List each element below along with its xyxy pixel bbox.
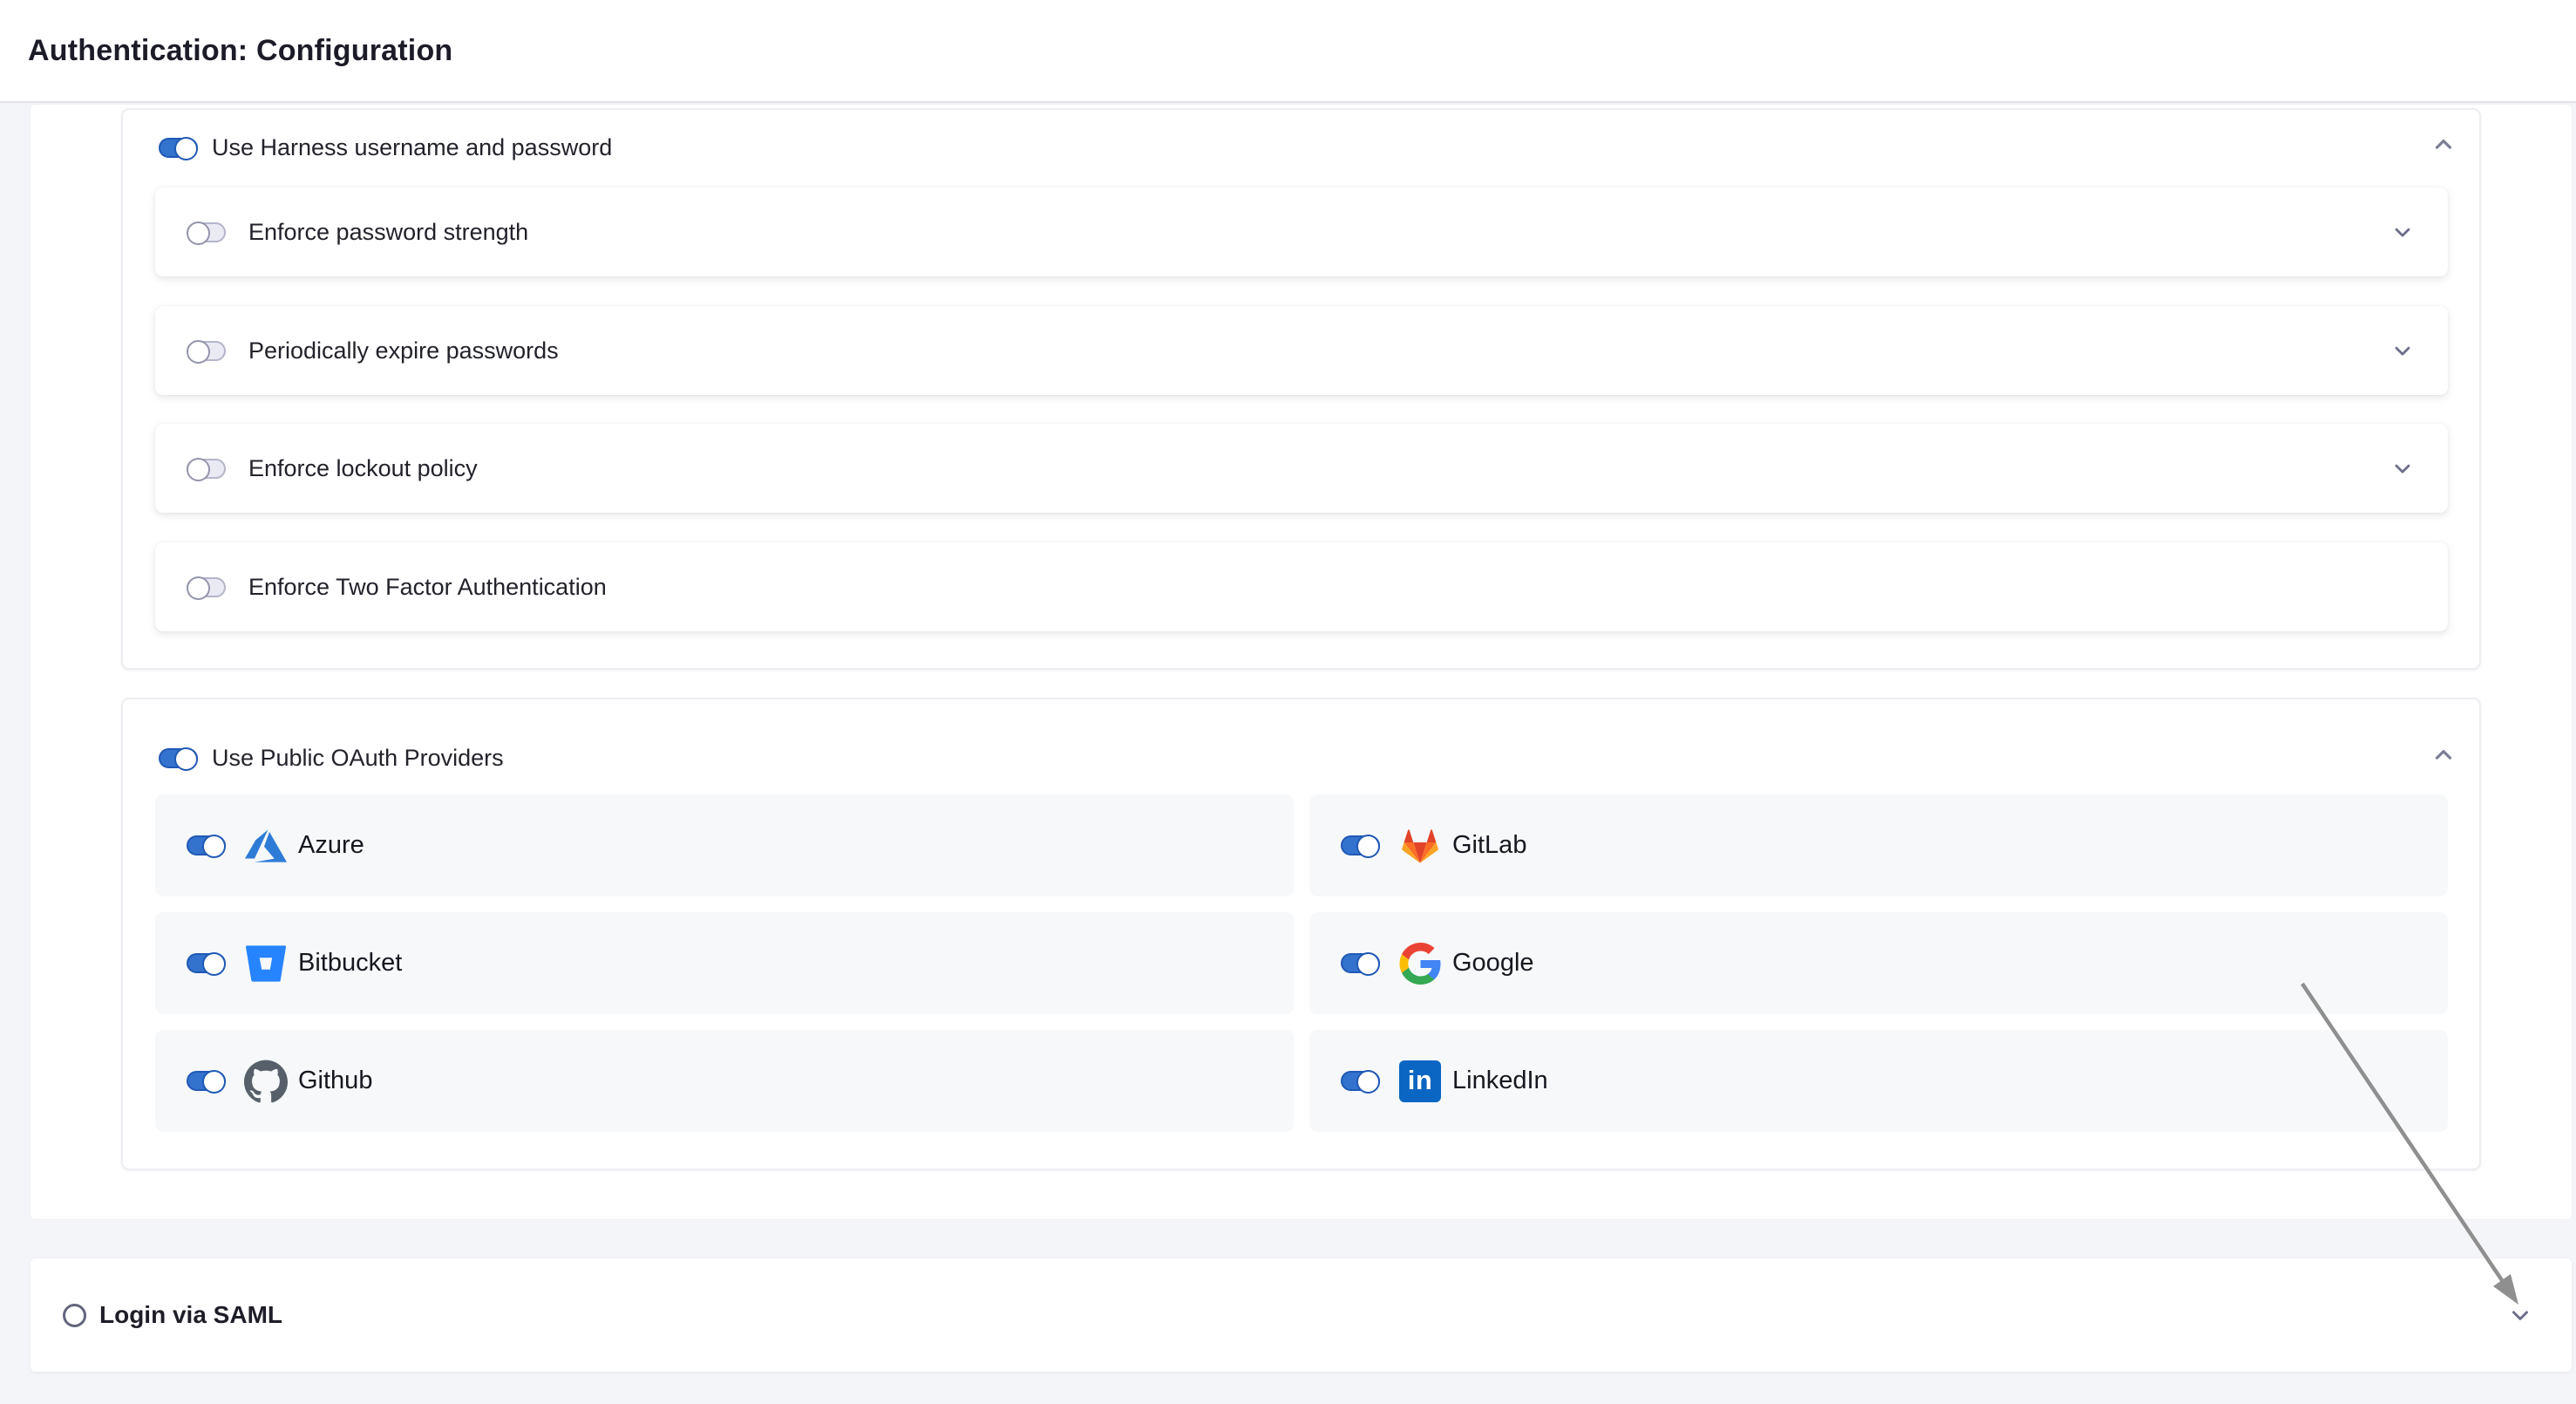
card-oauth-providers: Use Public OAuth Providers Azure	[121, 698, 2481, 1170]
auth-settings-panel: Use Harness username and password Enforc…	[31, 105, 2572, 1219]
two-factor-toggle[interactable]	[187, 577, 226, 597]
provider-row-gitlab: GitLab	[1309, 794, 2448, 896]
expand-chevron-icon[interactable]	[2506, 1301, 2534, 1329]
github-icon	[244, 1060, 288, 1103]
provider-label: Github	[298, 1067, 372, 1095]
username-password-header: Use Harness username and password	[159, 134, 612, 161]
expand-chevron-icon[interactable]	[2389, 455, 2416, 481]
toggle-knob	[187, 222, 210, 245]
oauth-provider-grid: Azure GitLab	[155, 794, 2448, 1132]
setting-lockout-policy[interactable]: Enforce lockout policy	[155, 424, 2448, 513]
linkedin-toggle[interactable]	[1341, 1071, 1380, 1091]
setting-label: Enforce Two Factor Authentication	[248, 574, 607, 601]
page-title: Authentication: Configuration	[28, 34, 452, 68]
collapse-chevron-icon[interactable]	[2430, 741, 2457, 769]
azure-toggle[interactable]	[187, 835, 226, 855]
provider-row-github: Github	[155, 1030, 1294, 1132]
azure-icon	[244, 824, 288, 868]
card-username-password: Use Harness username and password Enforc…	[121, 108, 2481, 670]
oauth-providers-label: Use Public OAuth Providers	[212, 745, 504, 772]
toggle-knob	[187, 458, 210, 481]
expand-chevron-icon[interactable]	[2389, 337, 2416, 364]
page-header: Authentication: Configuration	[0, 0, 2576, 103]
setting-two-factor-auth[interactable]: Enforce Two Factor Authentication	[155, 542, 2448, 631]
provider-row-azure: Azure	[155, 794, 1294, 896]
bitbucket-toggle[interactable]	[187, 953, 226, 973]
toggle-knob	[174, 137, 198, 160]
provider-label: Azure	[298, 831, 364, 860]
card-login-via-saml[interactable]: Login via SAML	[31, 1258, 2572, 1372]
setting-label: Enforce lockout policy	[248, 455, 478, 482]
provider-label: Bitbucket	[298, 949, 402, 978]
github-toggle[interactable]	[187, 1071, 226, 1091]
saml-label: Login via SAML	[99, 1301, 282, 1329]
setting-label: Periodically expire passwords	[248, 337, 559, 365]
username-password-toggle[interactable]	[159, 138, 198, 158]
gitlab-toggle[interactable]	[1341, 835, 1380, 855]
google-toggle[interactable]	[1341, 953, 1380, 973]
username-password-label: Use Harness username and password	[212, 134, 612, 161]
setting-label: Enforce password strength	[248, 219, 528, 246]
toggle-knob	[1356, 1070, 1380, 1094]
saml-radio[interactable]	[63, 1304, 86, 1327]
provider-row-google: Google	[1309, 912, 2448, 1014]
provider-label: LinkedIn	[1452, 1067, 1548, 1095]
provider-row-linkedin: in LinkedIn	[1309, 1030, 2448, 1132]
oauth-providers-toggle[interactable]	[159, 748, 198, 768]
bitbucket-icon	[244, 942, 288, 985]
toggle-knob	[187, 340, 210, 364]
provider-row-bitbucket: Bitbucket	[155, 912, 1294, 1014]
google-icon	[1398, 942, 1442, 985]
provider-label: GitLab	[1452, 831, 1526, 860]
toggle-knob	[1356, 952, 1380, 976]
lockout-policy-toggle[interactable]	[187, 459, 226, 479]
gitlab-icon	[1398, 824, 1442, 868]
setting-password-strength[interactable]: Enforce password strength	[155, 187, 2448, 276]
toggle-knob	[202, 952, 226, 976]
provider-label: Google	[1452, 949, 1534, 978]
toggle-knob	[1356, 835, 1380, 858]
toggle-knob	[187, 576, 210, 600]
linkedin-icon: in	[1398, 1060, 1442, 1103]
collapse-chevron-icon[interactable]	[2430, 131, 2457, 159]
password-strength-toggle[interactable]	[187, 222, 226, 242]
toggle-knob	[202, 1070, 226, 1094]
setting-expire-passwords[interactable]: Periodically expire passwords	[155, 306, 2448, 395]
toggle-knob	[202, 835, 226, 858]
expand-chevron-icon[interactable]	[2389, 219, 2416, 245]
expire-passwords-toggle[interactable]	[187, 341, 226, 361]
toggle-knob	[174, 747, 198, 771]
oauth-header: Use Public OAuth Providers	[159, 745, 504, 772]
